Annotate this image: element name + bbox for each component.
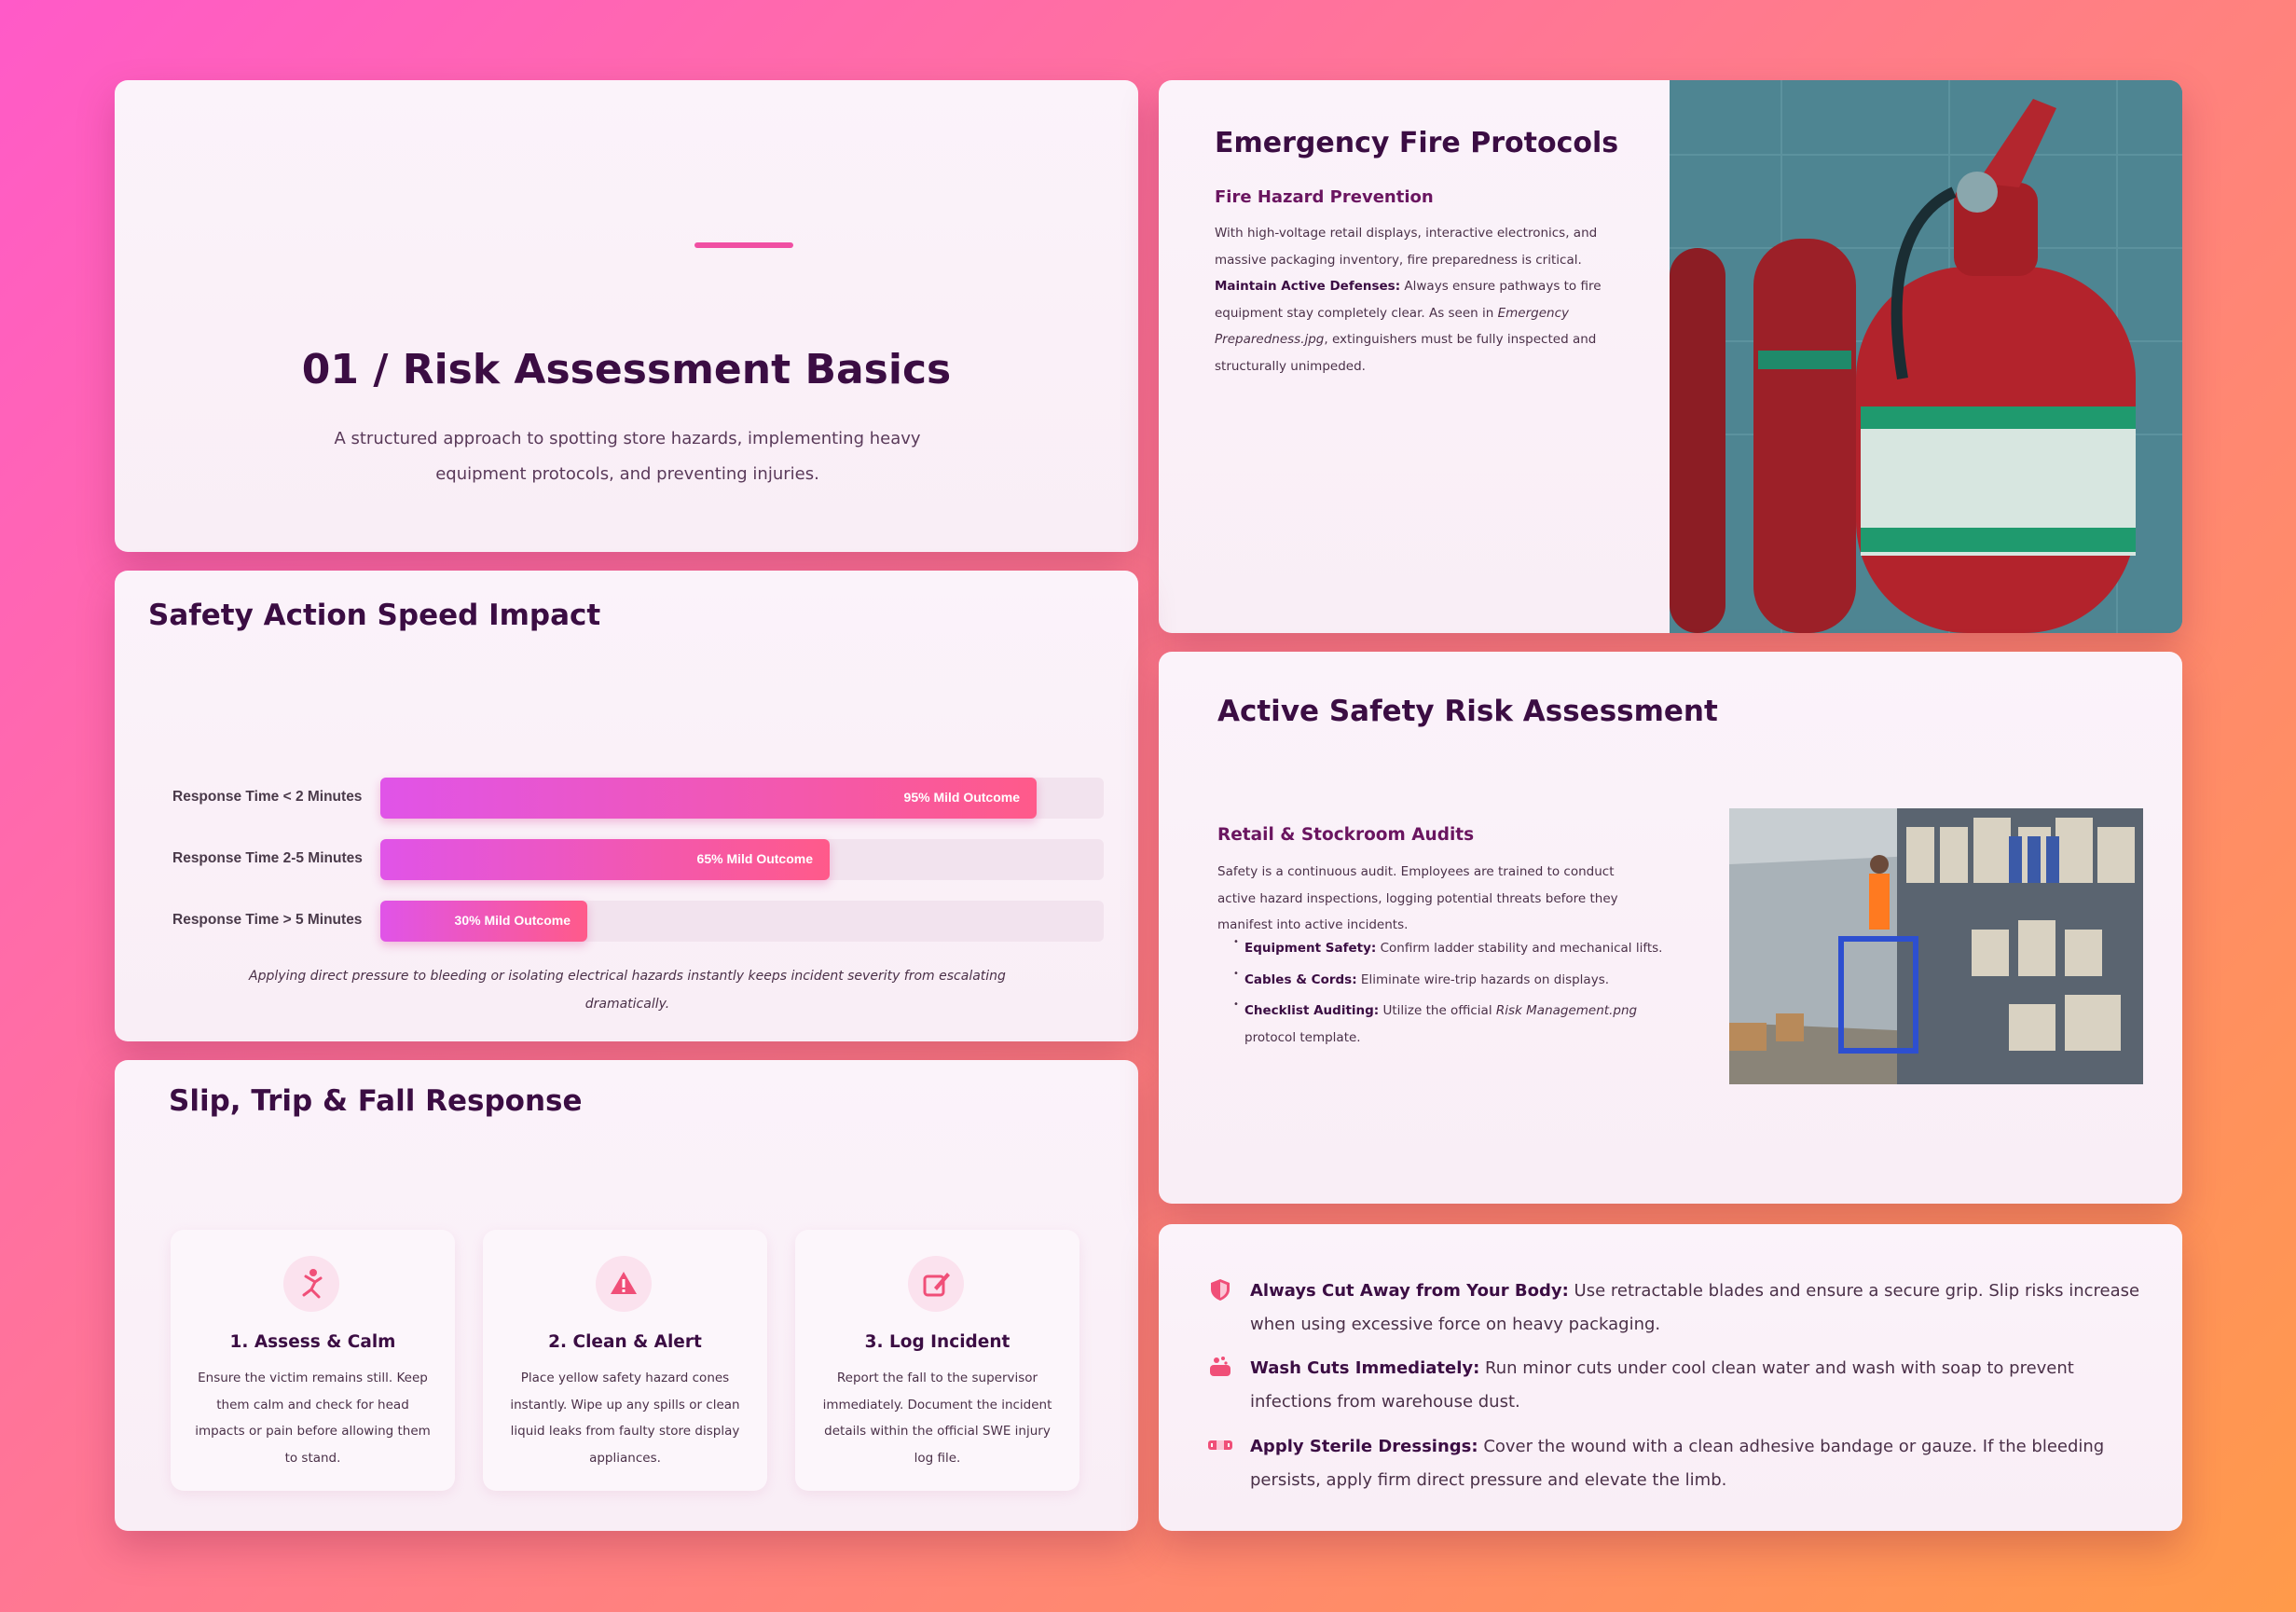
list-item: Equipment Safety: Confirm ladder stabili… <box>1233 930 1683 962</box>
audit-list: Equipment Safety: Confirm ladder stabili… <box>1233 930 1683 1055</box>
slip-title: Slip, Trip & Fall Response <box>169 1084 583 1118</box>
bar-category-label: Response Time > 5 Minutes <box>172 912 363 928</box>
fire-paragraph: With high-voltage retail displays, inter… <box>1215 226 1602 374</box>
active-title: Active Safety Risk Assessment <box>1217 695 1718 728</box>
chart-title: Safety Action Speed Impact <box>148 599 601 632</box>
list-item: Cables & Cords: Eliminate wire-trip haza… <box>1233 961 1683 994</box>
step-text: Place yellow safety hazard cones instant… <box>510 1371 740 1466</box>
bar-track: 95% Mild Outcome <box>380 778 1104 819</box>
slip-response-card: Slip, Trip & Fall Response 1. Assess & C… <box>115 1060 1138 1531</box>
speed-impact-chart-card: Safety Action Speed Impact Response Time… <box>115 571 1138 1041</box>
step-title: 1. Assess & Calm <box>229 1332 396 1352</box>
bar-value-label: 65% Mild Outcome <box>696 851 813 866</box>
fire-extinguisher-image <box>1670 80 2182 633</box>
bar-track: 65% Mild Outcome <box>380 839 1104 880</box>
step-title: 3. Log Incident <box>864 1332 1011 1352</box>
bar: 65% Mild Outcome <box>380 839 830 880</box>
bar-category-label: Response Time < 2 Minutes <box>172 789 363 805</box>
fire-title: Emergency Fire Protocols <box>1215 127 1619 159</box>
bandage-icon <box>1207 1432 1233 1458</box>
soap-icon <box>1207 1354 1233 1380</box>
warehouse-image <box>1729 808 2143 1084</box>
fire-protocols-card: Emergency Fire Protocols Fire Hazard Pre… <box>1159 80 2182 633</box>
person-falling-icon <box>283 1256 339 1312</box>
list-item: Checklist Auditing: Utilize the official… <box>1233 992 1683 1051</box>
bar-track: 30% Mild Outcome <box>380 901 1104 942</box>
bar-value-label: 30% Mild Outcome <box>454 913 571 928</box>
tip-row: Always Cut Away from Your Body: Use retr… <box>1207 1274 2149 1345</box>
warning-triangle-icon <box>596 1256 652 1312</box>
bar-row: Response Time < 2 Minutes 95% Mild Outcom… <box>115 778 1138 819</box>
intro-title: 01 / Risk Assessment Basics <box>301 346 952 393</box>
step-card-assess: 1. Assess & Calm Ensure the victim remai… <box>171 1230 455 1491</box>
tip-row: Wash Cuts Immediately: Run minor cuts un… <box>1207 1352 2149 1423</box>
fire-subtitle: Fire Hazard Prevention <box>1215 187 1434 207</box>
intro-subtitle: A structured approach to spotting store … <box>334 429 921 484</box>
tip-row: Apply Sterile Dressings: Cover the wound… <box>1207 1430 2149 1501</box>
bar: 95% Mild Outcome <box>380 778 1037 819</box>
step-text: Ensure the victim remains still. Keep th… <box>195 1371 431 1466</box>
shield-icon <box>1207 1276 1233 1302</box>
active-subtitle: Retail & Stockroom Audits <box>1217 825 1475 845</box>
step-text: Report the fall to the supervisor immedi… <box>822 1371 1052 1466</box>
active-risk-card: Active Safety Risk Assessment Retail & S… <box>1159 652 2182 1204</box>
bar-row: Response Time 2-5 Minutes 65% Mild Outcom… <box>115 839 1138 880</box>
risk-file-ref: Risk Management.png <box>1495 1003 1638 1018</box>
bar-category-label: Response Time 2-5 Minutes <box>172 850 363 866</box>
accent-line <box>694 242 793 248</box>
intro-card: 01 / Risk Assessment Basics A structured… <box>115 80 1138 552</box>
chart-note: Applying direct pressure to bleeding or … <box>249 969 1006 1012</box>
step-card-log: 3. Log Incident Report the fall to the s… <box>795 1230 1079 1491</box>
step-title: 2. Clean & Alert <box>548 1332 702 1352</box>
bar-row: Response Time > 5 Minutes 30% Mild Outcom… <box>115 901 1138 942</box>
bar-value-label: 95% Mild Outcome <box>903 790 1020 805</box>
active-body: Safety is a continuous audit. Employees … <box>1217 864 1618 932</box>
edit-note-icon <box>908 1256 964 1312</box>
cut-care-tips-card: Always Cut Away from Your Body: Use retr… <box>1159 1224 2182 1531</box>
step-card-clean: 2. Clean & Alert Place yellow safety haz… <box>483 1230 767 1491</box>
bar: 30% Mild Outcome <box>380 901 587 942</box>
